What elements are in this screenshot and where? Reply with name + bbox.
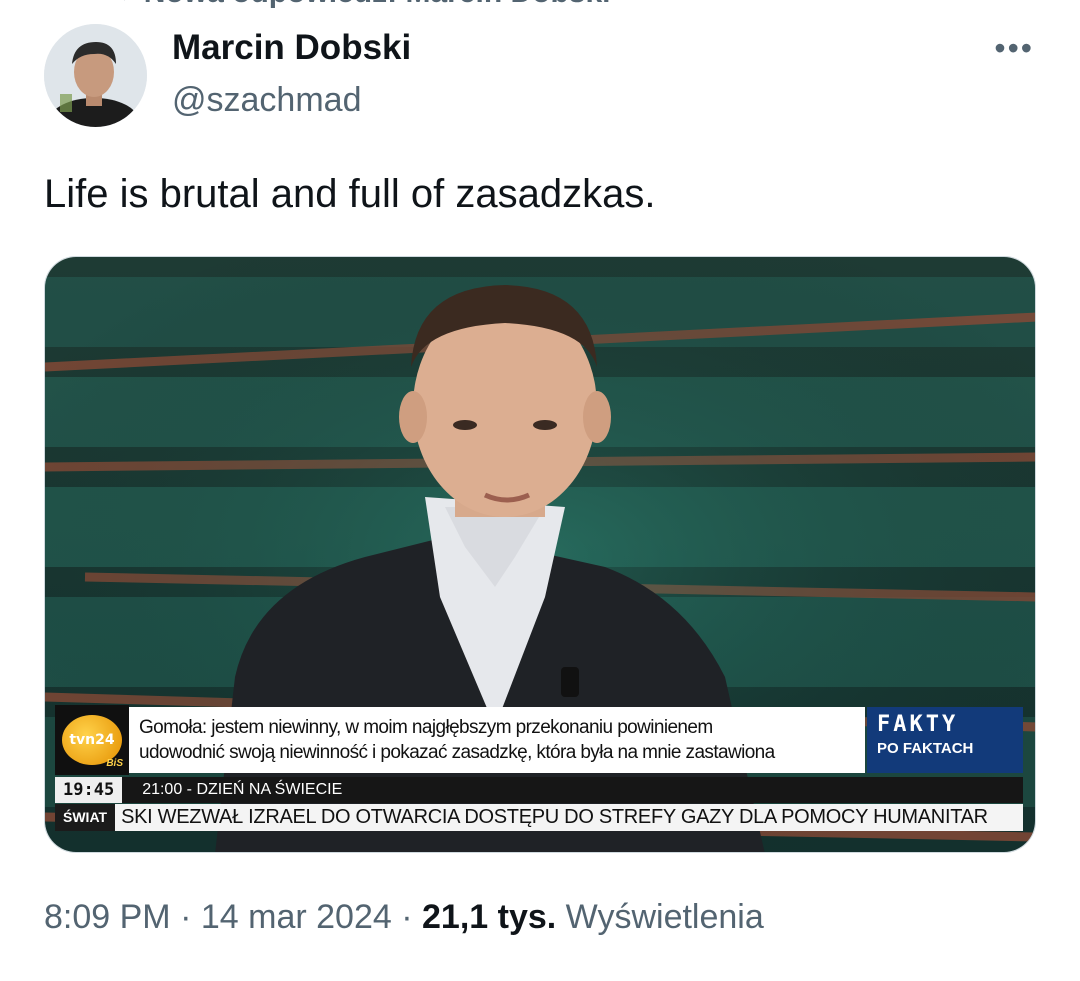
tweet-meta: 8:09 PM · 14 mar 2024 · 21,1 tys. Wyświe… [44,898,764,937]
tvn24-logo-sub: BiS [106,758,123,769]
author-name[interactable]: Marcin Dobski [172,28,411,68]
reply-context: ➥ Nowa odpowiedź: Marcin Dobski [110,0,611,8]
author-block[interactable]: Marcin Dobski @szachmad [172,28,411,120]
views-label[interactable]: Wyświetlenia [566,898,764,936]
meta-separator-2: · [401,898,413,936]
program-logo: FAKTY PO FAKTACH [867,707,1023,773]
tweet-media-image[interactable]: tvn24 BiS Gomoła: jestem niewinny, w moi… [44,256,1036,853]
tweet-time[interactable]: 8:09 PM [44,898,171,936]
tweet-date[interactable]: 14 mar 2024 [201,898,392,936]
reply-context-text: Nowa odpowiedź: Marcin Dobski [144,0,611,8]
views-count[interactable]: 21,1 tys. [422,898,556,936]
news-ticker: SKI WEZWAŁ IZRAEL DO OTWARCIA DOSTĘPU DO… [121,806,988,828]
clock-row: 19:45 21:00 - DZIEŃ NA ŚWIECIE [55,777,1023,803]
news-ticker-row: ŚWIAT SKI WEZWAŁ IZRAEL DO OTWARCIA DOST… [55,804,1023,831]
news-tag: ŚWIAT [55,804,116,831]
meta-separator: · [180,898,192,936]
tweet-text: Life is brutal and full of zasadzkas. [44,172,656,216]
more-horizontal-icon[interactable]: ••• [994,30,1034,67]
caption-line-1: Gomoła: jestem niewinny, w moim najgłębs… [139,717,713,738]
program-brand: FAKTY [877,712,959,737]
author-handle[interactable]: @szachmad [172,80,411,120]
next-program: 21:00 - DZIEŃ NA ŚWIECIE [142,781,343,798]
program-sub: PO FAKTACH [877,740,974,757]
avatar[interactable] [44,24,147,127]
reply-arrow-icon: ➥ [110,0,132,8]
tvn24-logo: tvn24 BiS [55,705,129,775]
broadcast-clock: 19:45 [55,777,123,803]
caption-line-2: udowodnić swoją niewinność i pokazać zas… [139,742,775,763]
caption-box: Gomoła: jestem niewinny, w moim najgłębs… [129,707,865,773]
